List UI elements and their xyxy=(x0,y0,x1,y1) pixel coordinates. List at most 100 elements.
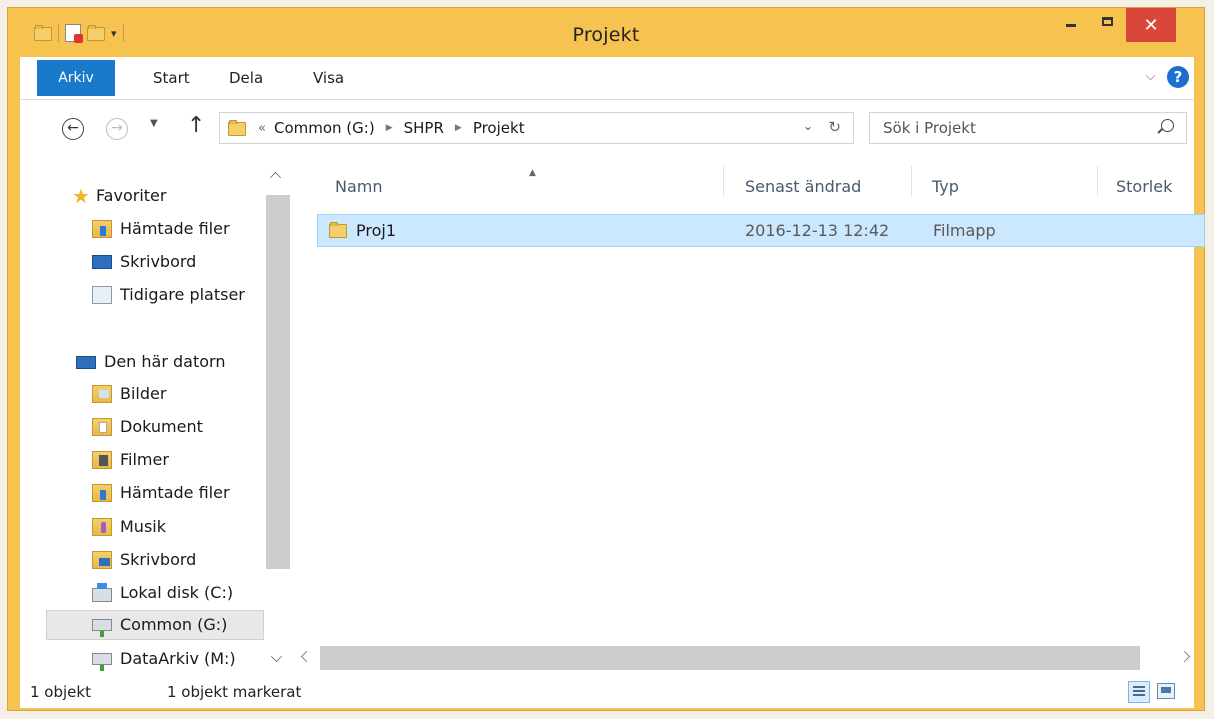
breadcrumb-separator-icon[interactable]: ▶ xyxy=(386,123,393,133)
title-bar: ▾ Projekt ✕ xyxy=(8,8,1204,64)
explorer-window: ▾ Projekt ✕ Arkiv Start Dela Visa ? ← → … xyxy=(7,7,1205,711)
column-header-size[interactable]: Storlek xyxy=(1116,170,1172,204)
close-button[interactable]: ✕ xyxy=(1126,8,1176,42)
navigation-pane: ★ Favoriter Hämtade filer Skrivbord Tidi… xyxy=(20,158,298,678)
column-header-name[interactable]: Namn xyxy=(335,170,383,204)
breadcrumb-shpr[interactable]: SHPR xyxy=(404,119,444,137)
nav-item-label: Skrivbord xyxy=(120,252,197,271)
column-divider[interactable] xyxy=(723,166,724,196)
expand-ribbon-icon[interactable] xyxy=(1145,70,1156,81)
nav-item-desktop[interactable]: Skrivbord xyxy=(92,247,196,277)
network-drive-icon xyxy=(92,653,112,671)
maximize-icon xyxy=(1101,16,1113,26)
large-icons-view-icon[interactable] xyxy=(1157,683,1175,699)
desktop-folder-icon xyxy=(92,551,112,569)
documents-folder-icon xyxy=(92,418,112,436)
tab-start[interactable]: Start xyxy=(153,57,190,99)
nav-item-label: Common (G:) xyxy=(120,615,228,634)
nav-item-documents[interactable]: Dokument xyxy=(92,412,203,442)
ribbon-tabs: Arkiv Start Dela Visa ? xyxy=(20,57,1194,100)
nav-favorites[interactable]: ★ Favoriter xyxy=(72,181,166,211)
nav-item-label: Tidigare platser xyxy=(120,285,245,304)
status-bar: 1 objekt 1 objekt markerat xyxy=(20,678,1194,708)
nav-item-pictures[interactable]: Bilder xyxy=(92,379,166,409)
file-name: Proj1 xyxy=(356,221,397,240)
nav-item-label: Bilder xyxy=(120,384,167,403)
downloads-icon xyxy=(92,220,112,238)
breadcrumb-separator-icon[interactable]: ▶ xyxy=(455,123,462,133)
breadcrumb-overflow[interactable]: « xyxy=(258,121,266,136)
nav-item-label: Lokal disk (C:) xyxy=(120,583,234,602)
nav-this-pc-label: Den här datorn xyxy=(104,352,226,371)
search-input[interactable]: Sök i Projekt xyxy=(869,112,1187,144)
nav-item-local-disk[interactable]: Lokal disk (C:) xyxy=(92,578,233,608)
window-title: Projekt xyxy=(572,24,640,46)
column-divider[interactable] xyxy=(1097,166,1098,196)
file-list: ▲ Namn Senast ändrad Typ Storlek Proj1 2… xyxy=(300,158,1205,678)
nav-item-recent-places[interactable]: Tidigare platser xyxy=(92,280,245,310)
nav-item-downloads-pc[interactable]: Hämtade filer xyxy=(92,478,230,508)
folder-icon xyxy=(329,222,347,238)
nav-item-common-drive[interactable]: Common (G:) xyxy=(46,610,264,640)
details-view-icon[interactable] xyxy=(1128,681,1150,703)
nav-item-label: DataArkiv (M:) xyxy=(120,649,236,668)
vertical-scrollbar-thumb[interactable] xyxy=(266,195,290,569)
selection-count: 1 objekt markerat xyxy=(167,683,302,701)
scroll-up-icon[interactable] xyxy=(270,172,281,183)
maximize-button[interactable] xyxy=(1090,8,1124,34)
refresh-icon[interactable]: ↻ xyxy=(828,118,841,136)
nav-item-label: Filmer xyxy=(120,450,169,469)
tab-dela[interactable]: Dela xyxy=(229,57,263,99)
column-divider[interactable] xyxy=(911,166,912,196)
local-disk-icon xyxy=(92,583,112,602)
nav-favorites-label: Favoriter xyxy=(95,186,167,205)
breadcrumb-common[interactable]: Common (G:) xyxy=(274,119,375,137)
scroll-down-icon[interactable] xyxy=(271,651,282,662)
horizontal-scrollbar-thumb[interactable] xyxy=(320,646,1140,670)
navigation-bar: ← → ▼ ↑ « Common (G:) ▶ SHPR ▶ Projekt ⌄… xyxy=(20,100,1194,158)
videos-folder-icon xyxy=(92,451,112,469)
nav-item-music[interactable]: Musik xyxy=(92,512,166,542)
file-row[interactable]: Proj1 2016-12-13 12:42 Filmapp xyxy=(317,214,1205,247)
folder-icon xyxy=(228,120,246,136)
nav-item-dataarkiv-drive[interactable]: DataArkiv (M:) xyxy=(92,644,236,674)
item-count: 1 objekt xyxy=(30,683,91,701)
search-placeholder: Sök i Projekt xyxy=(883,119,976,137)
nav-item-videos[interactable]: Filmer xyxy=(92,445,169,475)
search-icon[interactable] xyxy=(1161,119,1174,132)
scroll-left-icon[interactable] xyxy=(301,651,312,662)
file-type: Filmapp xyxy=(933,221,996,240)
computer-icon xyxy=(76,355,96,369)
tab-visa[interactable]: Visa xyxy=(313,57,344,99)
address-dropdown-icon[interactable]: ⌄ xyxy=(803,119,813,133)
column-header-modified[interactable]: Senast ändrad xyxy=(745,170,861,204)
nav-item-label: Musik xyxy=(120,517,166,536)
content-area: ★ Favoriter Hämtade filer Skrivbord Tidi… xyxy=(20,158,1205,678)
network-drive-icon xyxy=(92,619,112,637)
breadcrumb-projekt[interactable]: Projekt xyxy=(473,119,525,137)
recent-locations-icon[interactable]: ▼ xyxy=(150,118,158,129)
music-folder-icon xyxy=(92,518,112,536)
nav-item-downloads[interactable]: Hämtade filer xyxy=(92,214,230,244)
nav-item-desktop-pc[interactable]: Skrivbord xyxy=(92,545,196,575)
nav-item-label: Skrivbord xyxy=(120,550,197,569)
scroll-right-icon[interactable] xyxy=(1179,651,1190,662)
back-button[interactable]: ← xyxy=(62,118,84,140)
minimize-button[interactable] xyxy=(1054,8,1088,34)
tab-arkiv[interactable]: Arkiv xyxy=(37,60,115,96)
desktop-icon xyxy=(92,255,112,269)
forward-button[interactable]: → xyxy=(106,118,128,140)
up-button[interactable]: ↑ xyxy=(187,113,205,138)
column-header-type[interactable]: Typ xyxy=(932,170,959,204)
star-icon: ★ xyxy=(72,184,90,208)
minimize-icon xyxy=(1066,23,1076,27)
help-icon[interactable]: ? xyxy=(1167,66,1189,88)
close-icon: ✕ xyxy=(1143,14,1159,36)
nav-item-label: Hämtade filer xyxy=(120,483,230,502)
file-modified: 2016-12-13 12:42 xyxy=(745,221,890,240)
address-bar[interactable]: « Common (G:) ▶ SHPR ▶ Projekt ⌄ ↻ xyxy=(219,112,854,144)
nav-this-pc[interactable]: Den här datorn xyxy=(76,347,225,377)
downloads-icon xyxy=(92,484,112,502)
sort-ascending-icon: ▲ xyxy=(529,168,536,178)
nav-item-label: Dokument xyxy=(120,417,203,436)
